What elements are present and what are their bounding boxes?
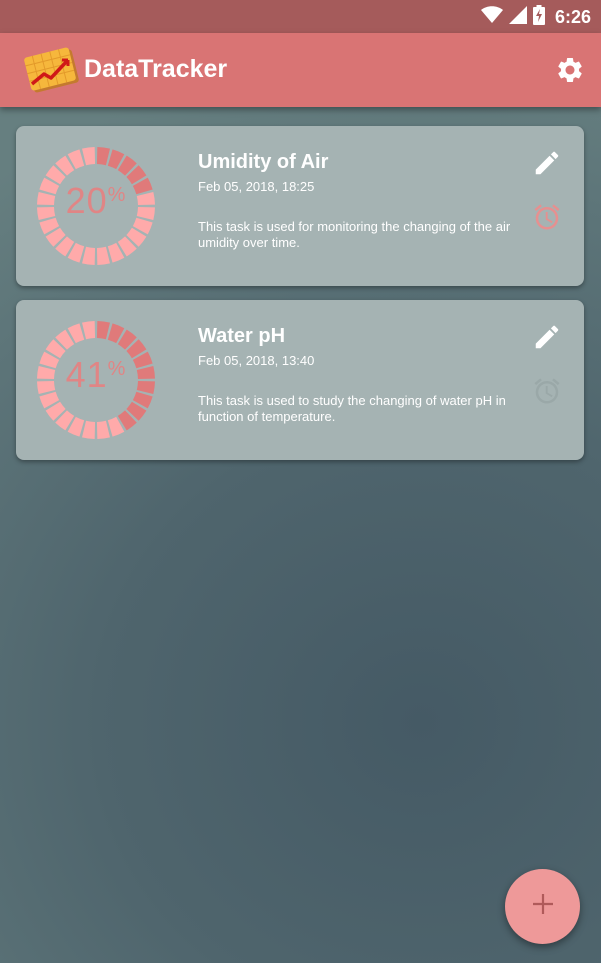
task-card[interactable]: 41% Water pH Feb 05, 2018, 13:40 This ta… — [16, 300, 584, 460]
task-description: This task is used for monitoring the cha… — [198, 219, 511, 250]
progress-unit: % — [107, 358, 127, 380]
progress-segment-filled — [96, 321, 110, 340]
progress-segment-empty — [82, 246, 96, 265]
alarm-icon[interactable] — [532, 202, 562, 232]
progress-segment-empty — [82, 420, 96, 439]
edit-icon[interactable] — [532, 148, 562, 178]
app-title: DataTracker — [84, 55, 228, 83]
battery-charging-icon — [532, 5, 545, 30]
plus-icon — [532, 893, 554, 920]
progress-unit: % — [107, 184, 127, 206]
task-card[interactable]: 20% Umidity of Air Feb 05, 2018, 18:25 T… — [16, 126, 584, 286]
app-bar: DataTracker — [0, 33, 601, 107]
task-date: Feb 05, 2018, 13:40 — [198, 353, 315, 368]
alarm-icon[interactable] — [532, 376, 562, 406]
status-icons: 6:26 — [480, 5, 591, 30]
progress-value: 20 — [65, 180, 108, 221]
progress-label: 20% — [36, 180, 156, 222]
chart-logo-icon — [24, 44, 80, 96]
task-description: This task is used to study the changing … — [198, 393, 506, 424]
progress-segment-empty — [82, 321, 96, 340]
progress-value: 41 — [65, 354, 108, 395]
task-title: Water pH — [198, 325, 286, 347]
task-title: Umidity of Air — [198, 151, 329, 173]
status-bar: 6:26 — [0, 0, 601, 33]
signal-icon — [508, 6, 527, 29]
progress-gauge: 41% — [36, 320, 156, 440]
status-time: 6:26 — [554, 7, 591, 27]
edit-icon[interactable] — [532, 322, 562, 352]
progress-label: 41% — [36, 354, 156, 396]
task-date: Feb 05, 2018, 18:25 — [198, 179, 315, 194]
add-task-button[interactable] — [505, 869, 580, 944]
gear-icon[interactable] — [555, 55, 585, 85]
progress-segment-filled — [96, 147, 110, 166]
wifi-icon — [480, 6, 503, 29]
progress-segment-empty — [96, 420, 110, 439]
progress-gauge: 20% — [36, 146, 156, 266]
progress-segment-empty — [82, 147, 96, 166]
progress-segment-empty — [96, 246, 110, 265]
